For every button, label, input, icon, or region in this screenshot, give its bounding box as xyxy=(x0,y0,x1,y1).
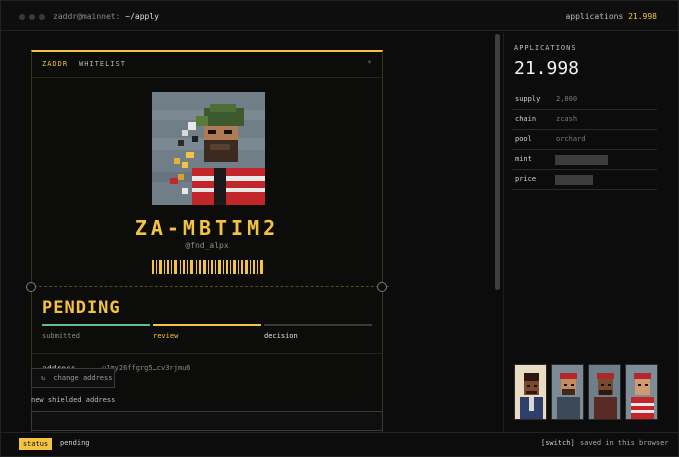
card-brand: ZADDR xyxy=(42,60,69,68)
address-value[interactable]: u1my26ffgrg5…cv3rjmu6 xyxy=(102,364,191,372)
stats-row-mint: mint xyxy=(512,150,657,170)
user-handle: @fnd_alpx xyxy=(185,241,229,250)
signature-name: ZA-MBTIM2 xyxy=(134,216,280,240)
stats-key: mint xyxy=(515,155,532,163)
sidebar-title: APPLICATIONS xyxy=(514,44,577,52)
sidebar: APPLICATIONS 21.998 supply 2,800 chain z… xyxy=(503,32,667,432)
stats-key: price xyxy=(515,175,537,183)
app-window: zaddr@mainnet: ~/apply applications 21.9… xyxy=(0,0,679,457)
gallery-avatar-2[interactable] xyxy=(551,364,584,420)
gallery-avatar-1[interactable] xyxy=(514,364,547,420)
step-review-bar xyxy=(153,324,261,326)
maximize-window-dot[interactable] xyxy=(39,14,45,20)
stats-key: chain xyxy=(515,115,537,123)
step-review-label: review xyxy=(153,332,179,340)
status-bar: status pending [switch] saved in this br… xyxy=(1,432,678,456)
redacted-value xyxy=(555,175,593,185)
scrollbar[interactable] xyxy=(494,32,502,432)
step-review: review xyxy=(153,324,261,346)
applications-counter-label: applications xyxy=(565,12,624,21)
step-decision: decision xyxy=(264,324,372,346)
stats-row-price: price xyxy=(512,170,657,190)
close-window-dot[interactable] xyxy=(19,14,25,20)
step-submitted: submitted xyxy=(42,324,150,346)
refresh-icon: ↻ xyxy=(41,374,46,382)
change-address-label: change address xyxy=(53,374,113,382)
stats-table: supply 2,800 chain zcash pool orchard mi… xyxy=(512,90,657,190)
status-badge: status xyxy=(19,438,52,450)
new-address-label: new shielded address xyxy=(31,396,116,404)
gallery-avatar-4[interactable] xyxy=(625,364,658,420)
pixel-portrait-image xyxy=(152,92,265,205)
stats-row-pool: pool orchard xyxy=(512,130,657,150)
status-text: pending xyxy=(60,439,90,447)
sidebar-count: 21.998 xyxy=(514,58,580,79)
step-decision-bar xyxy=(264,324,372,326)
card-tag: WHITELIST xyxy=(79,60,126,68)
redacted-value xyxy=(555,155,608,165)
stats-value: zcash xyxy=(556,115,578,123)
step-submitted-bar xyxy=(42,324,150,326)
ticket-notch-right xyxy=(377,282,387,292)
terminal-cwd: ~/apply xyxy=(125,12,159,21)
new-address-input[interactable] xyxy=(31,411,383,431)
scrollbar-thumb[interactable] xyxy=(495,34,500,290)
applications-counter-value: 21.998 xyxy=(628,12,657,21)
stats-value: orchard xyxy=(556,135,586,143)
application-status-title: PENDING xyxy=(42,298,121,318)
card-corner-mark: * xyxy=(367,59,372,68)
applications-counter: applications 21.998 xyxy=(565,12,657,21)
step-decision-label: decision xyxy=(264,332,298,340)
ticket-notch-left xyxy=(26,282,36,292)
minimize-window-dot[interactable] xyxy=(29,14,35,20)
terminal-host: zaddr@mainnet: xyxy=(53,12,121,21)
stats-key: pool xyxy=(515,135,532,143)
progress-steps: submitted review decision xyxy=(42,324,372,346)
step-submitted-label: submitted xyxy=(42,332,80,340)
card-header: ZADDR WHITELIST * xyxy=(32,52,382,78)
saved-note: saved in this browser xyxy=(580,439,669,447)
terminal-path: zaddr@mainnet: ~/apply xyxy=(53,12,159,21)
stats-key: supply xyxy=(515,95,541,103)
stats-row-supply: supply 2,800 xyxy=(512,90,657,110)
avatar xyxy=(152,92,265,205)
stats-value: 2,800 xyxy=(556,95,578,103)
switch-link[interactable]: [switch] xyxy=(541,439,575,447)
stats-row-chain: chain zcash xyxy=(512,110,657,130)
perforation-divider xyxy=(29,286,389,287)
change-address-button[interactable]: ↻ change address xyxy=(31,368,115,388)
main-panel: ZADDR WHITELIST * ZA-MBTIM2 @fnd_alpx PE… xyxy=(10,32,491,432)
title-bar: zaddr@mainnet: ~/apply applications 21.9… xyxy=(1,1,678,31)
gallery-avatar-3[interactable] xyxy=(588,364,621,420)
barcode-graphic xyxy=(152,260,263,274)
avatar-gallery xyxy=(514,364,659,420)
